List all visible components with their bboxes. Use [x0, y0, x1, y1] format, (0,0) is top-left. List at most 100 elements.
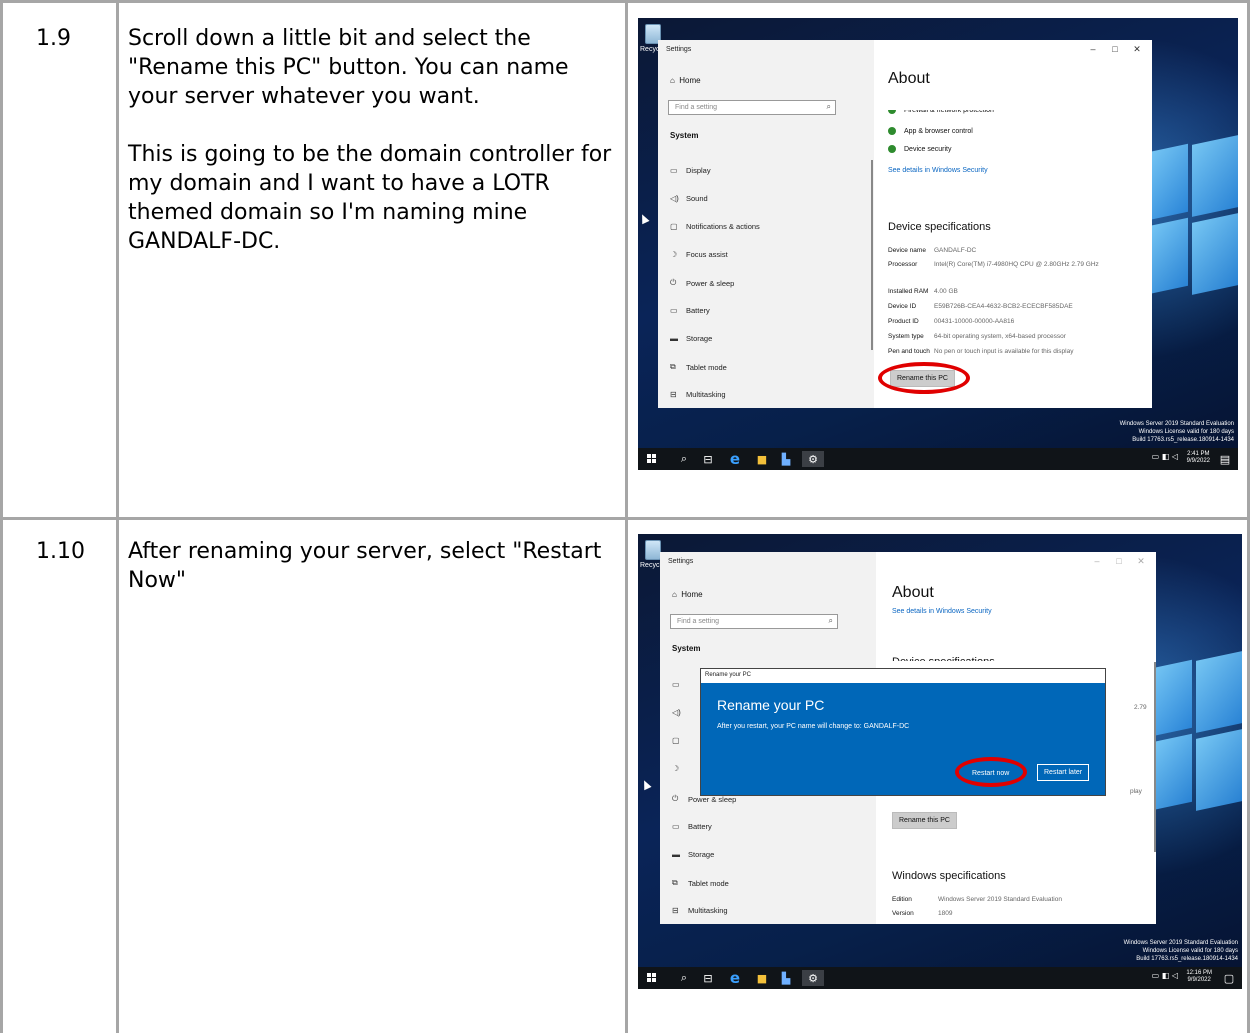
step-instructions: After renaming your server, select "Rest… — [128, 537, 623, 624]
search-icon[interactable]: ⌕ — [676, 970, 692, 986]
nav-section-title: System — [672, 644, 701, 653]
settings-search-input[interactable]: Find a setting ⌕ — [670, 614, 838, 629]
check-icon — [888, 127, 896, 135]
screenshot-step-1-10: Recycle Settings – □ ✕ ⌂ Home Find a set… — [638, 534, 1242, 989]
partial-spec-value: play — [1130, 788, 1142, 795]
system-tray-icons[interactable]: ▭ ◧ ◁ — [1152, 971, 1178, 980]
file-explorer-icon[interactable]: ■ — [754, 970, 770, 986]
settings-gear-icon[interactable]: ⚙ — [802, 970, 824, 986]
nav-item-notifications[interactable]: ▢ — [672, 736, 688, 745]
battery-icon: ▭ — [670, 306, 678, 315]
windows-logo-wallpaper — [1148, 135, 1238, 298]
instruction-paragraph: This is going to be the domain controlle… — [128, 142, 612, 254]
rename-pc-dialog: Rename your PC Rename your PC After you … — [700, 668, 1106, 796]
nav-home[interactable]: ⌂ Home — [670, 76, 701, 85]
scrollbar[interactable] — [871, 160, 873, 350]
nav-item-focus-assist[interactable]: ☽ Focus assist — [670, 250, 728, 259]
server-manager-icon[interactable]: ▙ — [778, 970, 794, 986]
search-icon: ⌕ — [828, 616, 833, 625]
file-explorer-icon[interactable]: ■ — [754, 451, 770, 467]
nav-section-title: System — [670, 131, 699, 140]
nav-item-tablet-mode[interactable]: ⧉ Tablet mode — [672, 878, 729, 888]
task-view-icon[interactable]: ⊟ — [700, 970, 716, 986]
monitor-icon: ▭ — [672, 680, 680, 689]
moon-icon: ☽ — [672, 764, 680, 773]
scrollbar[interactable] — [1154, 662, 1156, 852]
power-icon: ⏻ — [672, 794, 679, 803]
maximize-icon[interactable]: □ — [1112, 554, 1126, 568]
nav-item-storage[interactable]: ▬ Storage — [672, 850, 714, 859]
window-title: Settings — [668, 558, 694, 565]
close-icon[interactable]: ✕ — [1134, 554, 1148, 568]
restart-now-button[interactable]: Restart now — [965, 765, 1017, 782]
rename-pc-button[interactable]: Rename this PC — [890, 370, 955, 387]
restart-later-button[interactable]: Restart later — [1037, 764, 1090, 781]
battery-icon: ▭ — [672, 822, 680, 831]
search-icon: ⌕ — [826, 102, 831, 111]
home-icon: ⌂ — [670, 76, 680, 85]
monitor-icon: ▭ — [670, 166, 678, 175]
edge-browser-icon[interactable]: e — [726, 969, 744, 987]
nav-home[interactable]: ⌂ Home — [672, 590, 703, 599]
nav-item-battery[interactable]: ▭ Battery — [672, 822, 712, 831]
notification-icon[interactable]: ▤ — [1218, 451, 1232, 467]
nav-item-notifications[interactable]: ▢ Notifications & actions — [670, 222, 760, 231]
server-manager-icon[interactable]: ▙ — [778, 451, 794, 467]
nav-item-tablet-mode[interactable]: ⧉ Tablet mode — [670, 362, 727, 372]
nav-item-multitasking[interactable]: ⊟ Multitasking — [670, 390, 726, 399]
table-border-left — [0, 0, 3, 1033]
maximize-icon[interactable]: □ — [1108, 42, 1122, 56]
spec-row: Version 1809 — [892, 910, 953, 917]
step-instructions: Scroll down a little bit and select the … — [128, 24, 623, 285]
step-number: 1.9 — [36, 26, 71, 51]
nav-item-power-sleep[interactable]: ⏻ Power & sleep — [670, 278, 734, 288]
clock[interactable]: 12:16 PM 9/9/2022 — [1186, 970, 1212, 986]
nav-item-sound[interactable]: ◁) Sound — [670, 194, 708, 203]
partial-spec-value: 2.79 — [1134, 704, 1147, 711]
security-item: Device security — [888, 145, 951, 153]
power-icon: ⏻ — [670, 278, 677, 287]
system-tray-icons[interactable]: ▭ ◧ ◁ — [1152, 452, 1178, 461]
taskbar: ⌕ ⊟ e ■ ▙ ⚙ ▭ ◧ ◁ 12:16 PM 9/9/2022 ▢ — [638, 967, 1242, 989]
nav-item-display[interactable]: ▭ — [672, 680, 688, 689]
nav-item-focus-assist[interactable]: ☽ — [672, 764, 688, 773]
spec-row: System type 64-bit operating system, x64-… — [888, 333, 1066, 340]
window-title: Settings — [666, 46, 692, 53]
about-heading: About — [892, 584, 934, 601]
message-icon: ▢ — [670, 222, 678, 231]
nav-item-multitasking[interactable]: ⊟ Multitasking — [672, 906, 728, 915]
spec-row: Device name GANDALF-DC — [888, 247, 977, 254]
close-icon[interactable]: ✕ — [1130, 42, 1144, 56]
settings-gear-icon[interactable]: ⚙ — [802, 451, 824, 467]
home-icon: ⌂ — [672, 590, 682, 599]
instruction-paragraph: Scroll down a little bit and select the … — [128, 26, 569, 109]
start-icon[interactable] — [644, 970, 660, 986]
nav-item-storage[interactable]: ▬ Storage — [670, 334, 712, 343]
nav-item-sound[interactable]: ◁) — [672, 708, 688, 717]
settings-titlebar: Settings – □ ✕ — [660, 552, 1156, 572]
settings-search-input[interactable]: Find a setting ⌕ — [668, 100, 836, 115]
dialog-title: Rename your PC — [717, 697, 825, 713]
task-view-icon[interactable]: ⊟ — [700, 451, 716, 467]
edge-browser-icon[interactable]: e — [726, 450, 744, 468]
spec-row: Device ID E59B726B-CEA4-4632-BCB2-ECECBF5… — [888, 303, 1073, 310]
device-spec-heading: Device specifications — [892, 656, 995, 668]
minimize-icon[interactable]: – — [1090, 554, 1104, 568]
spec-row: Processor Intel(R) Core(TM) i7-4980HQ CPU… — [888, 261, 1099, 268]
spec-row: Edition Windows Server 2019 Standard Eval… — [892, 896, 1062, 903]
search-icon[interactable]: ⌕ — [676, 451, 692, 467]
start-icon[interactable] — [644, 451, 660, 467]
nav-item-battery[interactable]: ▭ Battery — [670, 306, 710, 315]
windows-security-link[interactable]: See details in Windows Security — [888, 167, 988, 174]
nav-item-display[interactable]: ▭ Display — [670, 166, 711, 175]
about-heading: About — [888, 70, 930, 87]
dialog-window-label: Rename your PC — [701, 669, 1105, 683]
tablet-icon: ⧉ — [672, 878, 678, 887]
speaker-icon: ◁) — [670, 194, 679, 203]
windows-security-link[interactable]: See details in Windows Security — [892, 608, 992, 615]
speaker-icon: ◁) — [672, 708, 681, 717]
rename-pc-button[interactable]: Rename this PC — [892, 812, 957, 829]
notification-icon[interactable]: ▢ — [1222, 970, 1236, 986]
clock[interactable]: 2:41 PM 9/9/2022 — [1187, 451, 1210, 467]
minimize-icon[interactable]: – — [1086, 42, 1100, 56]
